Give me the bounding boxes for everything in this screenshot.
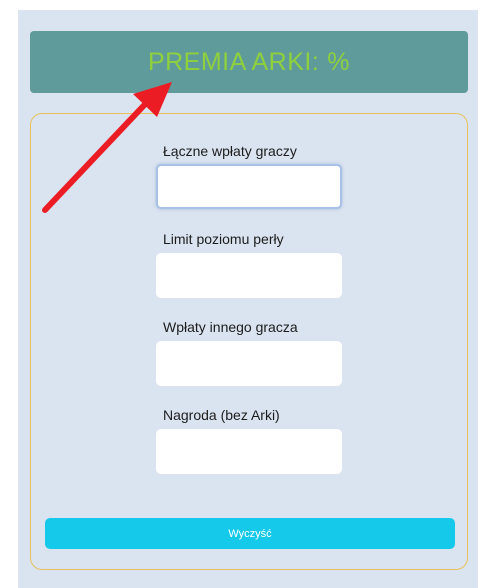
reward-without-ark-input[interactable]: [156, 429, 342, 474]
page: PREMIA ARKI: % Łączne wpłaty graczy Limi…: [0, 0, 493, 588]
other-player-deposits-input[interactable]: [156, 341, 342, 386]
ark-bonus-header: PREMIA ARKI: %: [30, 31, 468, 93]
pearl-level-limit-input[interactable]: [156, 253, 342, 298]
total-deposits-input[interactable]: [156, 164, 342, 209]
clear-button[interactable]: Wyczyść: [45, 518, 455, 549]
pearl-level-limit-label: Limit poziomu perły: [163, 231, 284, 247]
ark-bonus-title: PREMIA ARKI:: [147, 47, 320, 76]
ark-bonus-unit: %: [327, 47, 351, 76]
reward-without-ark-label: Nagroda (bez Arki): [163, 407, 280, 423]
other-player-deposits-label: Wpłaty innego gracza: [163, 319, 298, 335]
total-deposits-label: Łączne wpłaty graczy: [163, 143, 297, 159]
